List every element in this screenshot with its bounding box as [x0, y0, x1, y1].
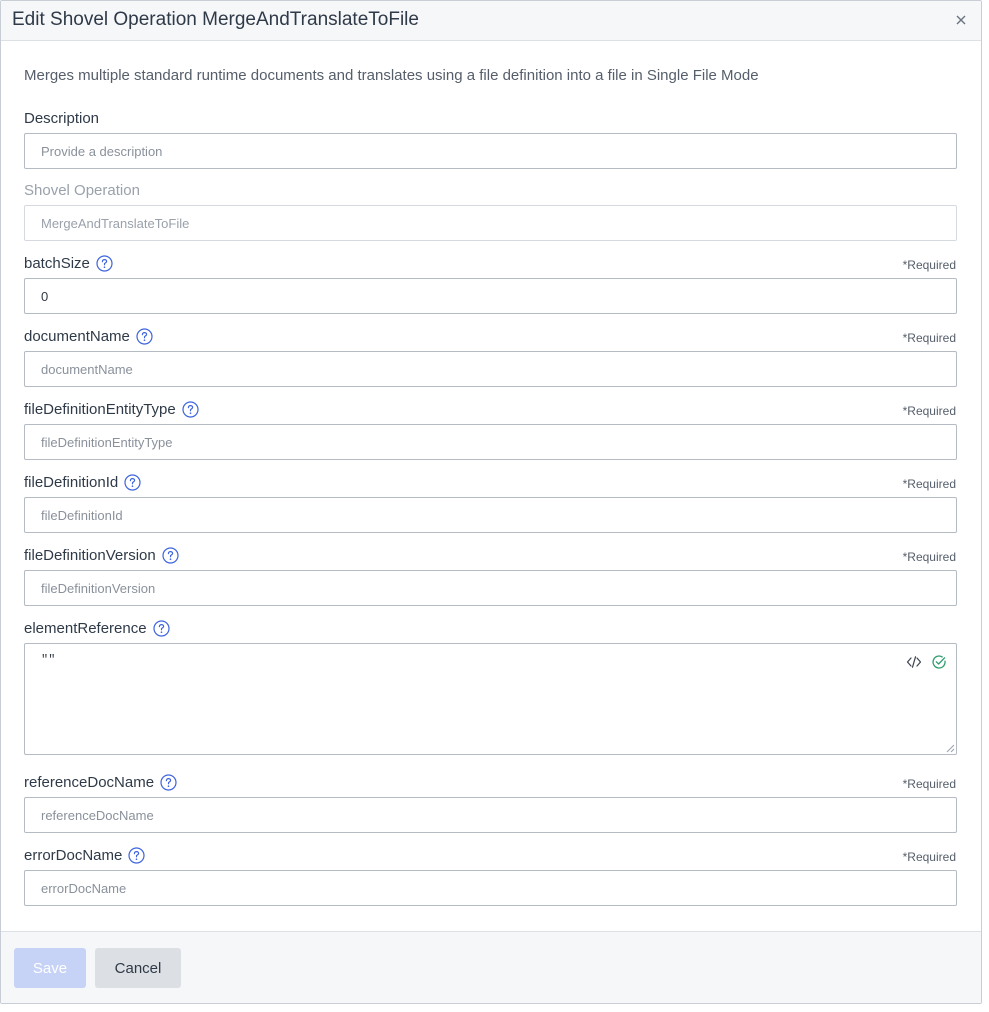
help-icon[interactable]	[152, 620, 170, 637]
element-reference-field: elementReference ""	[24, 620, 958, 756]
shovel-operation-field: Shovel Operation	[24, 182, 958, 242]
file-definition-version-label: fileDefinitionVersion	[24, 547, 179, 564]
element-reference-value[interactable]: ""	[41, 653, 55, 667]
cancel-button[interactable]: Cancel	[95, 948, 181, 988]
error-doc-name-input[interactable]	[24, 870, 957, 906]
required-indicator: *Required	[902, 850, 956, 864]
file-definition-id-field: fileDefinitionId *Required	[24, 474, 958, 534]
reference-doc-name-label: referenceDocName	[24, 774, 177, 791]
code-icon[interactable]	[906, 654, 922, 670]
file-definition-entity-type-label: fileDefinitionEntityType	[24, 401, 199, 418]
description-field: Description	[24, 110, 958, 170]
help-icon[interactable]	[162, 547, 179, 564]
element-reference-editor[interactable]: ""	[24, 643, 957, 755]
dialog-body: Merges multiple standard runtime documen…	[1, 42, 981, 932]
help-icon[interactable]	[160, 774, 177, 791]
description-input[interactable]	[24, 133, 957, 169]
shovel-operation-label: Shovel Operation	[24, 182, 140, 199]
error-doc-name-label: errorDocName	[24, 847, 145, 864]
document-name-label: documentName	[24, 328, 153, 345]
batch-size-input[interactable]	[24, 278, 957, 314]
file-definition-entity-type-input[interactable]	[24, 424, 957, 460]
operation-description-text: Merges multiple standard runtime documen…	[24, 67, 759, 84]
document-name-input[interactable]	[24, 351, 957, 387]
error-doc-name-field: errorDocName *Required	[24, 847, 958, 907]
file-definition-entity-type-field: fileDefinitionEntityType *Required	[24, 401, 958, 461]
edit-shovel-operation-dialog: Edit Shovel Operation MergeAndTranslateT…	[0, 0, 982, 1004]
close-icon	[956, 15, 966, 25]
required-indicator: *Required	[902, 777, 956, 791]
reference-doc-name-input[interactable]	[24, 797, 957, 833]
required-indicator: *Required	[902, 404, 956, 418]
help-icon[interactable]	[128, 847, 145, 864]
batch-size-field: batchSize *Required	[24, 255, 958, 315]
required-indicator: *Required	[902, 331, 956, 345]
reference-doc-name-field: referenceDocName *Required	[24, 774, 958, 834]
help-icon[interactable]	[96, 255, 113, 272]
resize-handle-icon[interactable]	[946, 744, 955, 753]
help-icon[interactable]	[136, 328, 153, 345]
file-definition-id-input[interactable]	[24, 497, 957, 533]
check-circle-icon[interactable]	[931, 654, 947, 670]
dialog-title: Edit Shovel Operation MergeAndTranslateT…	[12, 9, 419, 30]
document-name-field: documentName *Required	[24, 328, 958, 388]
element-reference-label: elementReference	[24, 620, 170, 637]
help-icon[interactable]	[124, 474, 141, 491]
required-indicator: *Required	[902, 477, 956, 491]
save-button[interactable]: Save	[14, 948, 86, 988]
help-icon[interactable]	[182, 401, 199, 418]
file-definition-version-field: fileDefinitionVersion *Required	[24, 547, 958, 607]
file-definition-id-label: fileDefinitionId	[24, 474, 141, 491]
required-indicator: *Required	[902, 258, 956, 272]
shovel-operation-input	[24, 205, 957, 241]
file-definition-version-input[interactable]	[24, 570, 957, 606]
description-label: Description	[24, 110, 100, 127]
dialog-footer: Save Cancel	[1, 931, 981, 1003]
required-indicator: *Required	[902, 550, 956, 564]
close-button[interactable]	[954, 13, 968, 27]
batch-size-label: batchSize	[24, 255, 113, 272]
dialog-header: Edit Shovel Operation MergeAndTranslateT…	[1, 1, 981, 41]
